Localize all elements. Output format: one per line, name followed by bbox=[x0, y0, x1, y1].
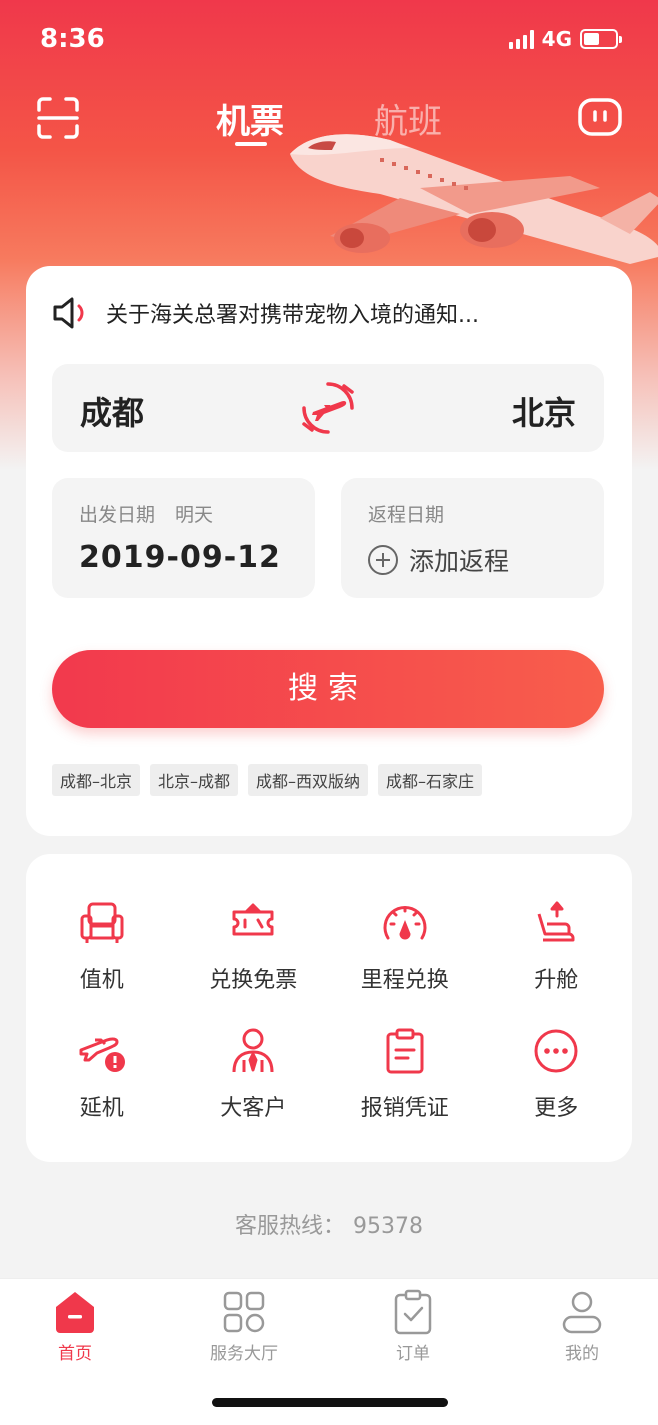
home-icon bbox=[56, 1292, 94, 1333]
home-indicator bbox=[212, 1398, 448, 1407]
swap-route-icon[interactable] bbox=[300, 380, 356, 436]
search-history: 成都–北京 北京–成都 成都–西双版纳 成都–石家庄 bbox=[52, 764, 483, 796]
departure-date-picker[interactable]: 出发日期 明天 2019-09-12 bbox=[52, 478, 315, 598]
status-time: 8:36 bbox=[40, 24, 105, 54]
grid-icon bbox=[223, 1291, 265, 1333]
services-grid: 值机 兑换免票 里程兑换 升舱 延机 大客户 报销凭证 更多 bbox=[26, 898, 632, 1122]
arrival-city[interactable]: 北京 bbox=[512, 388, 576, 434]
network-type: 4G bbox=[541, 27, 572, 51]
service-reimbursement[interactable]: 报销凭证 bbox=[329, 1026, 481, 1122]
profile-icon bbox=[562, 1291, 602, 1334]
plus-circle-icon bbox=[368, 545, 398, 575]
service-label: 里程兑换 bbox=[360, 968, 449, 993]
service-label: 值机 bbox=[79, 968, 124, 993]
return-date-label: 返程日期 bbox=[368, 504, 445, 526]
departure-city[interactable]: 成都 bbox=[80, 388, 144, 434]
service-label: 延机 bbox=[79, 1096, 124, 1121]
tab-service-hall[interactable]: 服务大厅 bbox=[184, 1289, 304, 1364]
service-check-in[interactable]: 值机 bbox=[26, 898, 178, 994]
tab-label: 订单 bbox=[396, 1344, 430, 1364]
history-chip[interactable]: 成都–西双版纳 bbox=[248, 764, 369, 796]
tab-home[interactable]: 首页 bbox=[15, 1289, 135, 1364]
route-selector: 成都 北京 bbox=[52, 364, 604, 452]
search-button[interactable]: 搜索 bbox=[52, 650, 604, 728]
return-date-picker[interactable]: 返程日期 添加返程 bbox=[341, 478, 604, 598]
status-bar: 8:36 4G bbox=[0, 0, 658, 80]
tab-label: 首页 bbox=[58, 1344, 92, 1364]
hotline-number[interactable]: 95378 bbox=[353, 1214, 423, 1239]
add-return-label: 添加返程 bbox=[409, 547, 510, 576]
service-label: 报销凭证 bbox=[360, 1096, 449, 1121]
service-redeem-ticket[interactable]: 兑换免票 bbox=[178, 898, 330, 994]
tab-orders[interactable]: 订单 bbox=[353, 1289, 473, 1364]
add-return-button[interactable]: 添加返程 bbox=[367, 542, 509, 578]
flight-search-card: 关于海关总署对携带宠物入境的通知... 成都 北京 出发日期 明天 2019-09… bbox=[26, 266, 632, 836]
departure-relative-day: 明天 bbox=[175, 504, 214, 526]
speaker-icon bbox=[53, 297, 84, 329]
history-chip[interactable]: 成都–石家庄 bbox=[378, 764, 483, 796]
departure-label-text: 出发日期 bbox=[79, 504, 156, 526]
tab-active-indicator bbox=[235, 142, 267, 146]
service-label: 兑换免票 bbox=[209, 968, 298, 993]
order-icon bbox=[394, 1289, 432, 1335]
service-more[interactable]: 更多 bbox=[481, 1026, 633, 1122]
tab-flight-status[interactable]: 航班 bbox=[374, 94, 442, 143]
service-upgrade-cabin[interactable]: 升舱 bbox=[481, 898, 633, 994]
departure-date-value: 2019-09-12 bbox=[79, 540, 281, 575]
flight-delay-icon bbox=[79, 1037, 125, 1072]
seat-icon bbox=[80, 902, 124, 943]
gauge-icon bbox=[383, 906, 427, 940]
receipt-icon bbox=[386, 1028, 424, 1074]
signal-icon bbox=[508, 29, 534, 49]
more-icon bbox=[534, 1029, 578, 1073]
service-label: 大客户 bbox=[220, 1096, 287, 1121]
tab-profile[interactable]: 我的 bbox=[522, 1289, 642, 1364]
scan-icon[interactable] bbox=[36, 96, 80, 140]
tab-flight-tickets[interactable]: 机票 bbox=[216, 94, 284, 143]
history-chip[interactable]: 北京–成都 bbox=[150, 764, 239, 796]
tab-label: 我的 bbox=[565, 1344, 599, 1364]
vip-customer-icon bbox=[232, 1028, 274, 1073]
service-mileage-exchange[interactable]: 里程兑换 bbox=[329, 898, 481, 994]
notice-text: 关于海关总署对携带宠物入境的通知... bbox=[106, 303, 479, 328]
notice-bar[interactable]: 关于海关总署对携带宠物入境的通知... bbox=[52, 296, 479, 330]
services-card: 值机 兑换免票 里程兑换 升舱 延机 大客户 报销凭证 更多 bbox=[26, 854, 632, 1162]
service-label: 更多 bbox=[534, 1096, 579, 1121]
service-vip-customer[interactable]: 大客户 bbox=[178, 1026, 330, 1122]
top-nav: 机票 航班 bbox=[0, 88, 658, 148]
history-chip[interactable]: 成都–北京 bbox=[52, 764, 141, 796]
departure-date-label: 出发日期 明天 bbox=[79, 500, 213, 527]
battery-icon bbox=[580, 29, 622, 49]
message-icon[interactable] bbox=[578, 98, 622, 138]
upgrade-seat-icon bbox=[537, 901, 575, 942]
hotline-label: 客服热线： bbox=[234, 1214, 345, 1239]
service-flight-delay[interactable]: 延机 bbox=[26, 1026, 178, 1122]
tab-label: 服务大厅 bbox=[210, 1344, 278, 1364]
status-indicators: 4G bbox=[508, 27, 622, 51]
customer-hotline[interactable]: 客服热线： 95378 bbox=[0, 1208, 658, 1240]
service-label: 升舱 bbox=[534, 968, 579, 993]
ticket-icon bbox=[232, 903, 274, 936]
